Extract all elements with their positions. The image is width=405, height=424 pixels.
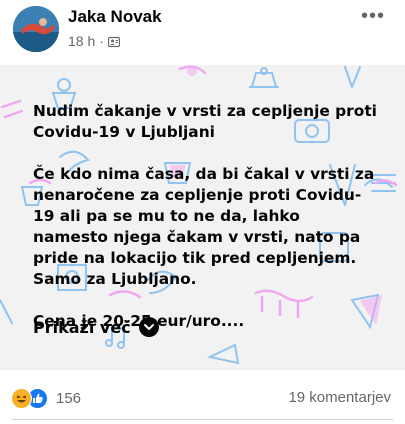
post-time[interactable]: 18 h (68, 33, 95, 49)
see-more-button[interactable]: Prikaži več (33, 317, 159, 337)
footer-divider (12, 419, 393, 420)
comments-count-link[interactable]: 19 komentarjev (288, 389, 391, 406)
post-footer: 156 19 komentarjev (0, 372, 405, 424)
avatar[interactable] (13, 6, 59, 52)
post-text: Nudim čakanje v vrsti za cepljenje proti… (33, 101, 378, 353)
reaction-count: 156 (56, 390, 82, 407)
friends-icon (107, 35, 121, 48)
post-meta: 18 h · (68, 33, 121, 49)
post-header: Jaka Novak 18 h · ••• (0, 0, 405, 64)
chevron-down-icon[interactable] (138, 317, 159, 337)
see-more-label: Prikaži več (33, 317, 131, 337)
haha-reaction-icon (11, 388, 32, 409)
reactions-summary[interactable]: 156 (11, 388, 81, 409)
post-paragraph: Če kdo nima časa, da bi čakal v vrsti za… (33, 165, 375, 288)
post-background-card: Nudim čakanje v vrsti za cepljenje proti… (0, 65, 405, 370)
meta-separator: · (99, 33, 104, 49)
author-name[interactable]: Jaka Novak (68, 7, 162, 27)
more-icon[interactable]: ••• (361, 6, 385, 26)
post-paragraph: Nudim čakanje v vrsti za cepljenje proti… (33, 102, 377, 141)
